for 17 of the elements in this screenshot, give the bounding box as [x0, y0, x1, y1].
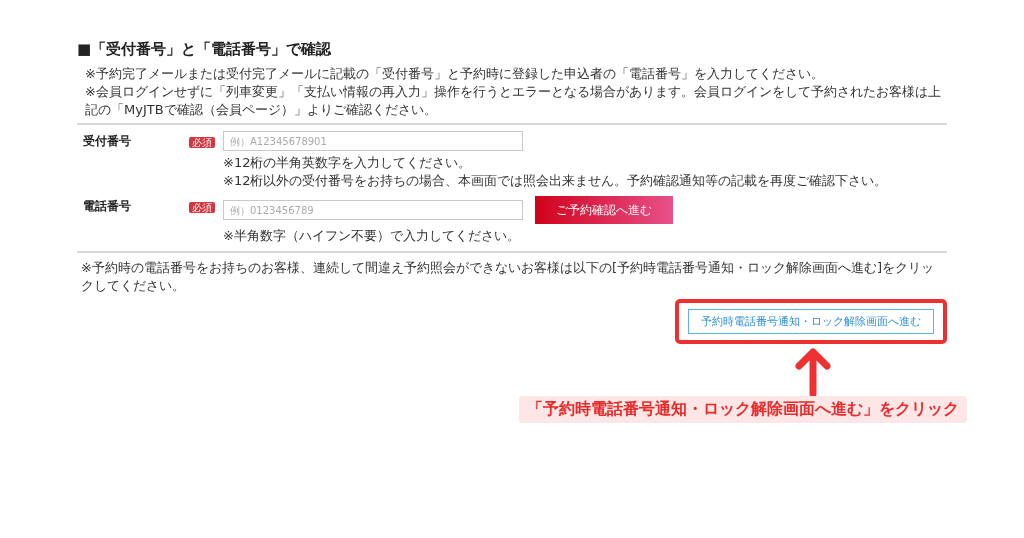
callout-text: 「予約時電話番号通知・ロック解除画面へ進む」をクリック: [519, 396, 967, 423]
section-heading: ■「受付番号」と「電話番号」で確認: [77, 40, 333, 59]
note-text: ※予約時の電話番号をお持ちのお客様、連続して間違え予約照会ができないお客様は以下の[予約時電話番号通知・ロック解除画面へ進む]をクリックしてください。: [80, 259, 936, 295]
up-arrow-icon: [793, 346, 833, 396]
field-label: 電話番号: [82, 198, 132, 215]
hint-text: ※半角数字（ハイフン不要）で入力してください。: [223, 227, 521, 245]
confirm-button[interactable]: ご予約確認へ進む: [535, 196, 673, 224]
input-field[interactable]: 例）A12345678901: [223, 131, 523, 151]
input-field[interactable]: 例）0123456789: [223, 200, 523, 220]
hint-text: ※12桁以外の受付番号をお持ちの場合、本画面では照会出来ません。予約確認通知等の記載を再度ご確認下さい。: [223, 172, 889, 190]
hint-text: ※12桁の半角英数字を入力してください。: [223, 154, 473, 172]
note-text: ※予約完了メールまたは受付完了メールに記載の「受付番号」と予約時に登録した申込者の「電話番号」を入力してください。: [85, 65, 825, 83]
field-label: 受付番号: [82, 133, 132, 150]
unlock-button[interactable]: 予約時電話番号通知・ロック解除画面へ進む: [688, 309, 934, 334]
note-text: ※会員ログインせずに「列車変更」「支払い情報の再入力」操作を行うとエラーとなる場合があります。会員ログインをして予約されたお客様は上記の「MyJTBで確認（会員ページ）」よりご確認ください。: [85, 83, 942, 119]
required-badge: 必須: [189, 137, 215, 148]
required-badge: 必須: [189, 202, 215, 213]
